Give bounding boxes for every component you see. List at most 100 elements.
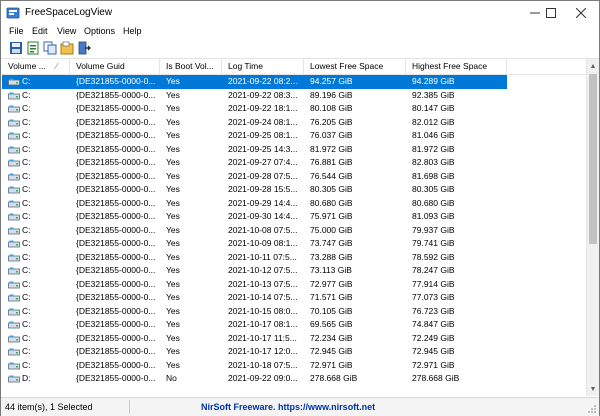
column-header-log-time[interactable]: Log Time [222, 59, 304, 74]
cell-boot: Yes [166, 89, 180, 100]
table-row[interactable]: C: {DE321855-0000-0... Yes 2021-09-28 15:5.… [2, 183, 586, 197]
table-row[interactable]: C: {DE321855-0000-0... Yes 2021-09-22 08:3.… [2, 89, 586, 103]
table-row[interactable]: C: {DE321855-0000-0... Yes 2021-09-22 18:1.… [2, 102, 586, 116]
table-row[interactable]: C: {DE321855-0000-0... Yes 2021-09-27 07:4.… [2, 156, 586, 170]
table-row[interactable]: C: {DE321855-0000-0... Yes 2021-09-24 08:1.… [2, 116, 586, 130]
cell-high: 82.012 GiB [412, 116, 455, 127]
cell-vol: C: [22, 319, 31, 329]
close-button[interactable] [565, 1, 597, 25]
cell-guid: {DE321855-0000-0... [76, 332, 156, 343]
table-row[interactable]: D: {DE321855-0000-0... No 2021-09-22 09:0..… [2, 372, 586, 386]
cell-guid: {DE321855-0000-0... [76, 157, 156, 167]
menu-view[interactable]: View [57, 25, 76, 38]
column-header-volume[interactable]: Volume ... ⁄ [2, 59, 70, 74]
drive-icon [8, 119, 20, 126]
cell-vol: C: [22, 89, 31, 100]
cell-boot: Yes [166, 265, 180, 275]
cell-vol: C: [22, 265, 31, 275]
table-row[interactable]: C: {DE321855-0000-0... Yes 2021-10-15 08:0.… [2, 305, 586, 319]
cell-low: 73.288 GiB [310, 251, 353, 262]
cell-boot: Yes [166, 251, 180, 262]
properties-icon[interactable] [60, 41, 74, 55]
table-row[interactable]: C: {DE321855-0000-0... Yes 2021-09-25 08:1.… [2, 129, 586, 143]
column-header-highest-free-space[interactable]: Highest Free Space [406, 59, 507, 74]
cell-high: 79.937 GiB [412, 224, 455, 235]
cell-guid: {DE321855-0000-0... [76, 170, 156, 181]
drive-icon [8, 227, 20, 234]
menu-help[interactable]: Help [123, 25, 142, 38]
table-row[interactable]: C: {DE321855-0000-0... Yes 2021-10-17 08:1.… [2, 318, 586, 332]
scroll-down-icon[interactable]: ▼ [587, 383, 599, 395]
menu-options[interactable]: Options [84, 25, 115, 38]
cell-vol: C: [22, 346, 31, 356]
column-header-is-boot-volume[interactable]: Is Boot Vol... [160, 59, 222, 74]
cell-high: 72.249 GiB [412, 332, 455, 343]
table-row[interactable]: C: {DE321855-0000-0... Yes 2021-10-13 07:5.… [2, 278, 586, 292]
cell-boot: Yes [166, 170, 180, 181]
table-row[interactable]: C: {DE321855-0000-0... Yes 2021-09-22 08:2.… [2, 75, 586, 89]
table-row[interactable]: C: {DE321855-0000-0... Yes 2021-10-17 12:0.… [2, 345, 586, 359]
title-bar[interactable]: FreeSpaceLogView [1, 1, 599, 25]
app-icon [6, 7, 20, 19]
menu-edit[interactable]: Edit [32, 25, 48, 38]
cell-high: 78.592 GiB [412, 251, 455, 262]
drive-icon [8, 213, 20, 221]
cell-high: 76.723 GiB [412, 305, 455, 316]
cell-low: 94.257 GiB [310, 76, 353, 86]
save-icon[interactable] [9, 41, 23, 55]
maximize-icon [546, 8, 556, 18]
cell-vol: C: [22, 251, 31, 262]
cell-vol: C: [22, 332, 31, 343]
cell-low: 80.305 GiB [310, 184, 353, 194]
nirsoft-link[interactable]: NirSoft Freeware. https://www.nirsoft.ne… [201, 398, 375, 416]
cell-time: 2021-09-28 15:5... [228, 184, 298, 194]
table-row[interactable]: C: {DE321855-0000-0... Yes 2021-10-14 07:5.… [2, 291, 586, 305]
cell-vol: C: [22, 278, 31, 289]
cell-guid: {DE321855-0000-0... [76, 143, 156, 154]
table-row[interactable]: C: {DE321855-0000-0... Yes 2021-10-17 11:5.… [2, 332, 586, 346]
maximize-button[interactable] [535, 1, 567, 25]
table-row[interactable]: C: {DE321855-0000-0... Yes 2021-09-30 14:4.… [2, 210, 586, 224]
drive-icon [8, 92, 20, 99]
resize-grip-icon[interactable] [587, 404, 597, 414]
html-report-icon[interactable] [26, 41, 40, 55]
table-row[interactable]: C: {DE321855-0000-0... Yes 2021-10-09 08:1.… [2, 237, 586, 251]
cell-vol: C: [22, 184, 31, 194]
item-count-status: 44 item(s), 1 Selected [5, 402, 93, 412]
table-row[interactable]: C: {DE321855-0000-0... Yes 2021-09-29 14:4.… [2, 197, 586, 211]
table-row[interactable]: C: {DE321855-0000-0... Yes 2021-10-08 07:5.… [2, 224, 586, 238]
cell-low: 80.108 GiB [310, 103, 353, 113]
cell-guid: {DE321855-0000-0... [76, 103, 156, 113]
drive-icon [8, 78, 20, 86]
cell-low: 76.205 GiB [310, 116, 353, 127]
cell-time: 2021-09-22 18:1... [228, 103, 298, 113]
scroll-up-icon[interactable]: ▲ [587, 60, 599, 72]
drive-icon [8, 321, 20, 329]
cell-time: 2021-09-22 08:3... [228, 89, 298, 100]
column-header-volume-guid[interactable]: Volume Guid [70, 59, 160, 74]
close-icon [576, 8, 586, 18]
drive-icon [8, 132, 20, 140]
table-row[interactable]: C: {DE321855-0000-0... Yes 2021-09-25 14:3.… [2, 143, 586, 157]
column-header-lowest-free-space[interactable]: Lowest Free Space [304, 59, 406, 74]
cell-boot: Yes [166, 116, 180, 127]
table-row[interactable]: C: {DE321855-0000-0... Yes 2021-10-12 07:5.… [2, 264, 586, 278]
cell-guid: {DE321855-0000-0... [76, 305, 156, 316]
vertical-scrollbar[interactable]: ▲ ▼ [586, 59, 599, 396]
cell-guid: {DE321855-0000-0... [76, 89, 156, 100]
table-row[interactable]: C: {DE321855-0000-0... Yes 2021-10-18 07:5.… [2, 359, 586, 373]
cell-vol: C: [22, 76, 31, 86]
exit-icon[interactable] [77, 41, 91, 55]
menu-file[interactable]: File [9, 25, 24, 38]
log-list[interactable]: Volume ... ⁄ Volume Guid Is Boot Vol... … [2, 59, 586, 396]
cell-vol: C: [22, 116, 31, 127]
cell-boot: Yes [166, 211, 180, 221]
drive-icon [8, 267, 20, 275]
cell-time: 2021-10-15 08:0... [228, 305, 298, 316]
copy-icon[interactable] [43, 41, 57, 55]
cell-guid: {DE321855-0000-0... [76, 224, 156, 235]
table-row[interactable]: C: {DE321855-0000-0... Yes 2021-10-11 07:5.… [2, 251, 586, 265]
scrollbar-thumb[interactable] [589, 74, 597, 244]
table-row[interactable]: C: {DE321855-0000-0... Yes 2021-09-28 07:5.… [2, 170, 586, 184]
drive-icon [8, 173, 20, 180]
